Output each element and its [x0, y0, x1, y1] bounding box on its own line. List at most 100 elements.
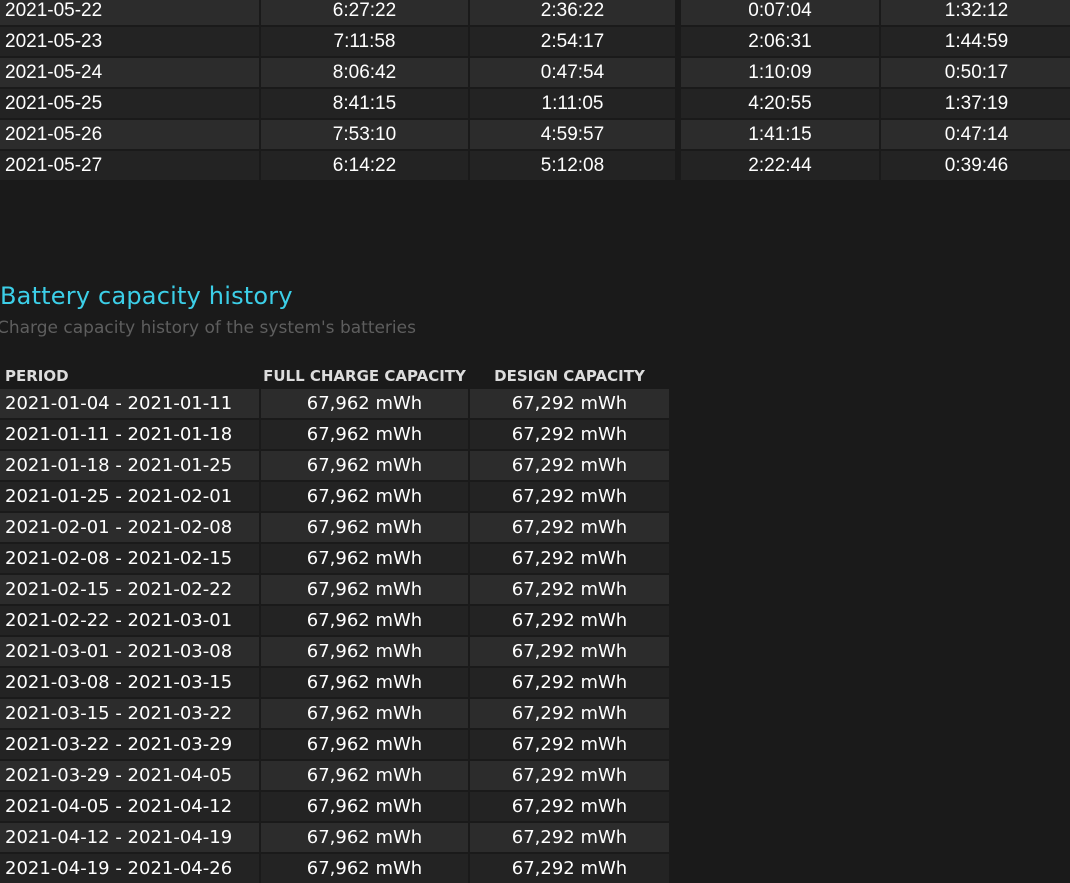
design-capacity: 67,292 mWh [470, 854, 669, 883]
full-charge-capacity: 67,962 mWh [261, 730, 468, 761]
full-charge-capacity: 67,962 mWh [261, 482, 468, 513]
table-row: 2021-05-24 8:06:42 0:47:54 1:10:09 0:50:… [0, 58, 1070, 89]
table-row: 2021-03-15 - 2021-03-22 67,962 mWh 67,292 … [0, 699, 669, 730]
capacity-period: 2021-03-01 - 2021-03-08 [0, 637, 259, 668]
usage-value: 2:36:22 [470, 0, 675, 27]
usage-value: 4:20:55 [677, 89, 879, 120]
capacity-period: 2021-03-15 - 2021-03-22 [0, 699, 259, 730]
table-row: 2021-05-23 7:11:58 2:54:17 2:06:31 1:44:… [0, 27, 1070, 58]
usage-value: 2:06:31 [677, 27, 879, 58]
usage-value: 1:37:19 [881, 89, 1070, 120]
usage-value: 8:41:15 [261, 89, 468, 120]
usage-value: 6:27:22 [261, 0, 468, 27]
usage-value: 2:22:44 [677, 151, 879, 182]
usage-value: 0:50:17 [881, 58, 1070, 89]
usage-value: 8:06:42 [261, 58, 468, 89]
section-subtitle: Charge capacity history of the system's … [0, 318, 416, 338]
usage-value: 0:47:54 [470, 58, 675, 89]
table-row: 2021-04-19 - 2021-04-26 67,962 mWh 67,292 … [0, 854, 669, 883]
usage-date: 2021-05-25 [0, 89, 259, 120]
table-row: 2021-03-22 - 2021-03-29 67,962 mWh 67,292 … [0, 730, 669, 761]
full-charge-capacity: 67,962 mWh [261, 668, 468, 699]
capacity-period: 2021-04-12 - 2021-04-19 [0, 823, 259, 854]
capacity-period: 2021-01-18 - 2021-01-25 [0, 451, 259, 482]
capacity-history-table: PERIOD FULL CHARGE CAPACITY DESIGN CAPAC… [0, 362, 671, 883]
capacity-period: 2021-01-04 - 2021-01-11 [0, 389, 259, 420]
table-row: 2021-02-08 - 2021-02-15 67,962 mWh 67,292 … [0, 544, 669, 575]
table-row: 2021-03-01 - 2021-03-08 67,962 mWh 67,292 … [0, 637, 669, 668]
usage-value: 1:10:09 [677, 58, 879, 89]
usage-date: 2021-05-23 [0, 27, 259, 58]
design-capacity: 67,292 mWh [470, 730, 669, 761]
design-capacity: 67,292 mWh [470, 637, 669, 668]
capacity-period: 2021-02-08 - 2021-02-15 [0, 544, 259, 575]
usage-date: 2021-05-22 [0, 0, 259, 27]
design-capacity: 67,292 mWh [470, 699, 669, 730]
table-row: 2021-02-01 - 2021-02-08 67,962 mWh 67,292 … [0, 513, 669, 544]
usage-value: 0:07:04 [677, 0, 879, 27]
capacity-period: 2021-04-05 - 2021-04-12 [0, 792, 259, 823]
column-header-period: PERIOD [5, 366, 69, 385]
full-charge-capacity: 67,962 mWh [261, 451, 468, 482]
section-title: Battery capacity history [0, 282, 293, 310]
capacity-rows: 2021-01-04 - 2021-01-11 67,962 mWh 67,292 … [0, 389, 669, 883]
usage-date: 2021-05-24 [0, 58, 259, 89]
full-charge-capacity: 67,962 mWh [261, 854, 468, 883]
column-header-design: DESIGN CAPACITY [494, 366, 645, 385]
table-row: 2021-02-22 - 2021-03-01 67,962 mWh 67,292 … [0, 606, 669, 637]
capacity-period: 2021-03-29 - 2021-04-05 [0, 761, 259, 792]
design-capacity: 67,292 mWh [470, 544, 669, 575]
full-charge-capacity: 67,962 mWh [261, 575, 468, 606]
design-capacity: 67,292 mWh [470, 420, 669, 451]
design-capacity: 67,292 mWh [470, 668, 669, 699]
usage-value: 7:53:10 [261, 120, 468, 151]
usage-date: 2021-05-27 [0, 151, 259, 182]
usage-value: 7:11:58 [261, 27, 468, 58]
table-row: 2021-05-26 7:53:10 4:59:57 1:41:15 0:47:… [0, 120, 1070, 151]
usage-value: 0:47:14 [881, 120, 1070, 151]
full-charge-capacity: 67,962 mWh [261, 761, 468, 792]
design-capacity: 67,292 mWh [470, 606, 669, 637]
usage-value: 4:59:57 [470, 120, 675, 151]
table-row: 2021-03-08 - 2021-03-15 67,962 mWh 67,292 … [0, 668, 669, 699]
capacity-period: 2021-01-11 - 2021-01-18 [0, 420, 259, 451]
full-charge-capacity: 67,962 mWh [261, 637, 468, 668]
full-charge-capacity: 67,962 mWh [261, 513, 468, 544]
battery-report-page: 2021-05-22 6:27:22 2:36:22 0:07:04 1:32:… [0, 0, 1070, 883]
full-charge-capacity: 67,962 mWh [261, 699, 468, 730]
table-row: 2021-01-25 - 2021-02-01 67,962 mWh 67,292 … [0, 482, 669, 513]
table-row: 2021-03-29 - 2021-04-05 67,962 mWh 67,292 … [0, 761, 669, 792]
full-charge-capacity: 67,962 mWh [261, 792, 468, 823]
table-row: 2021-01-04 - 2021-01-11 67,962 mWh 67,292 … [0, 389, 669, 420]
full-charge-capacity: 67,962 mWh [261, 823, 468, 854]
usage-value: 1:41:15 [677, 120, 879, 151]
design-capacity: 67,292 mWh [470, 482, 669, 513]
capacity-period: 2021-04-19 - 2021-04-26 [0, 854, 259, 883]
usage-value: 1:44:59 [881, 27, 1070, 58]
usage-value: 5:12:08 [470, 151, 675, 182]
column-header-full-charge: FULL CHARGE CAPACITY [263, 366, 466, 385]
table-row: 2021-04-12 - 2021-04-19 67,962 mWh 67,292 … [0, 823, 669, 854]
usage-value: 0:39:46 [881, 151, 1070, 182]
design-capacity: 67,292 mWh [470, 575, 669, 606]
capacity-period: 2021-02-15 - 2021-02-22 [0, 575, 259, 606]
design-capacity: 67,292 mWh [470, 823, 669, 854]
design-capacity: 67,292 mWh [470, 513, 669, 544]
capacity-period: 2021-03-22 - 2021-03-29 [0, 730, 259, 761]
capacity-period: 2021-02-22 - 2021-03-01 [0, 606, 259, 637]
usage-value: 1:32:12 [881, 0, 1070, 27]
table-row: 2021-01-11 - 2021-01-18 67,962 mWh 67,292 … [0, 420, 669, 451]
usage-date: 2021-05-26 [0, 120, 259, 151]
design-capacity: 67,292 mWh [470, 792, 669, 823]
usage-value: 6:14:22 [261, 151, 468, 182]
table-row: 2021-04-05 - 2021-04-12 67,962 mWh 67,292 … [0, 792, 669, 823]
table-header-row: PERIOD FULL CHARGE CAPACITY DESIGN CAPAC… [0, 362, 669, 389]
full-charge-capacity: 67,962 mWh [261, 389, 468, 420]
usage-value: 1:11:05 [470, 89, 675, 120]
table-row: 2021-05-25 8:41:15 1:11:05 4:20:55 1:37:… [0, 89, 1070, 120]
full-charge-capacity: 67,962 mWh [261, 420, 468, 451]
full-charge-capacity: 67,962 mWh [261, 606, 468, 637]
design-capacity: 67,292 mWh [470, 761, 669, 792]
usage-history-table: 2021-05-22 6:27:22 2:36:22 0:07:04 1:32:… [0, 0, 1070, 182]
capacity-period: 2021-01-25 - 2021-02-01 [0, 482, 259, 513]
